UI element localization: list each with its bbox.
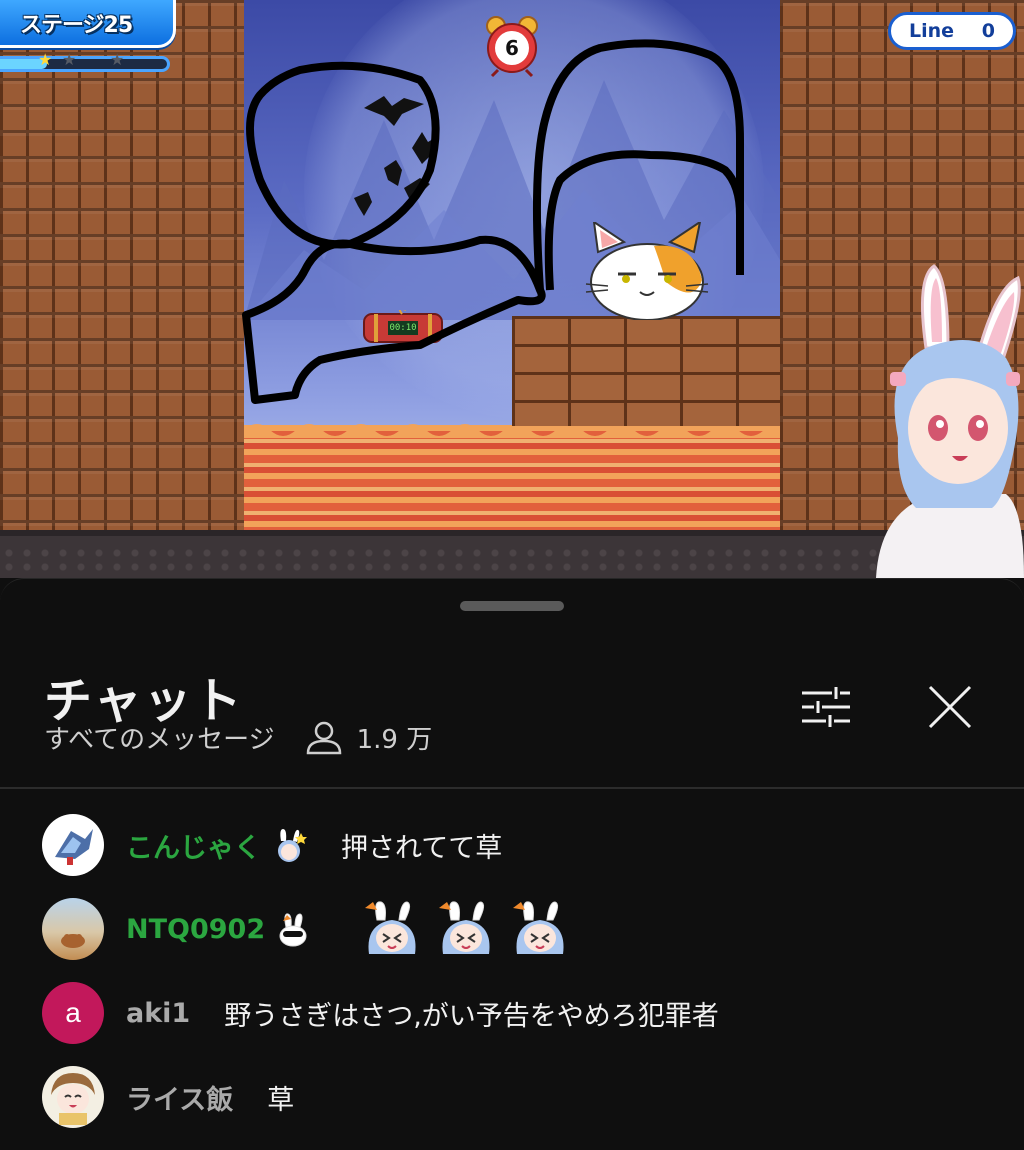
chat-message[interactable]: NTQ0902: [0, 887, 1024, 971]
close-button[interactable]: [920, 677, 980, 737]
chat-filter-label[interactable]: すべてのメッセージ: [44, 719, 275, 756]
avatar[interactable]: [42, 898, 104, 960]
filter-button[interactable]: [796, 677, 856, 737]
message-author[interactable]: こんじゃく: [126, 826, 261, 865]
line-label: Line: [909, 20, 955, 42]
message-text: 野うさぎはさつ,がい予告をやめろ犯罪者: [224, 1000, 719, 1032]
emote-icon: [439, 901, 490, 954]
divider: [0, 787, 1024, 789]
star-icon: ★: [62, 50, 77, 69]
message-author[interactable]: aki1: [126, 998, 190, 1029]
emote-icon: [513, 901, 564, 954]
avatar[interactable]: a: [42, 982, 104, 1044]
star-icon: ★: [38, 50, 53, 69]
emote-icon: [365, 901, 416, 954]
line-count: 0: [981, 20, 995, 42]
viewer-count: 1.9 万: [305, 719, 433, 756]
tune-icon: [802, 687, 850, 727]
member-badge: [275, 911, 311, 947]
chat-message-list: こんじゃく 押されてて草 NTQ0902 a aki1 野うさぎはさつ,がい予告…: [0, 803, 1024, 1139]
line-counter: Line 0: [888, 12, 1016, 50]
stage-badge: ステージ25: [0, 0, 176, 48]
chat-message[interactable]: こんじゃく 押されてて草: [0, 803, 1024, 887]
star-icon: ★: [110, 50, 125, 69]
chat-message[interactable]: a aki1 野うさぎはさつ,がい予告をやめろ犯罪者: [0, 971, 1024, 1055]
member-badge: [271, 827, 307, 863]
viewer-count-value: 1.9 万: [356, 725, 433, 755]
avatar[interactable]: [42, 1066, 104, 1128]
drag-handle[interactable]: [460, 601, 564, 611]
chat-subheader: すべてのメッセージ 1.9 万: [44, 719, 432, 756]
video-player[interactable]: 00:10 6 ステージ25 ★ ★ ★ Line 0: [0, 0, 1024, 578]
close-icon: [928, 685, 972, 729]
chat-panel: チャット すべてのメッセージ 1.9 万 こんじゃく 押されてて草 NTQ090…: [0, 578, 1024, 1150]
message-text: 押されてて草: [341, 832, 503, 864]
avatar-letter: a: [65, 997, 81, 1028]
streamer-avatar: [876, 264, 1024, 578]
stage-progress-bar: ★ ★ ★: [0, 50, 170, 72]
message-author[interactable]: NTQ0902: [126, 914, 265, 945]
avatar[interactable]: [42, 814, 104, 876]
message-text: 草: [267, 1084, 295, 1116]
message-author[interactable]: ライス飯: [126, 1078, 233, 1117]
emote-group: [361, 898, 571, 960]
stage-label: ステージ25: [20, 12, 133, 38]
chat-message[interactable]: ライス飯 草: [0, 1055, 1024, 1139]
person-icon: [306, 721, 341, 754]
timer-value: 6: [505, 36, 519, 60]
